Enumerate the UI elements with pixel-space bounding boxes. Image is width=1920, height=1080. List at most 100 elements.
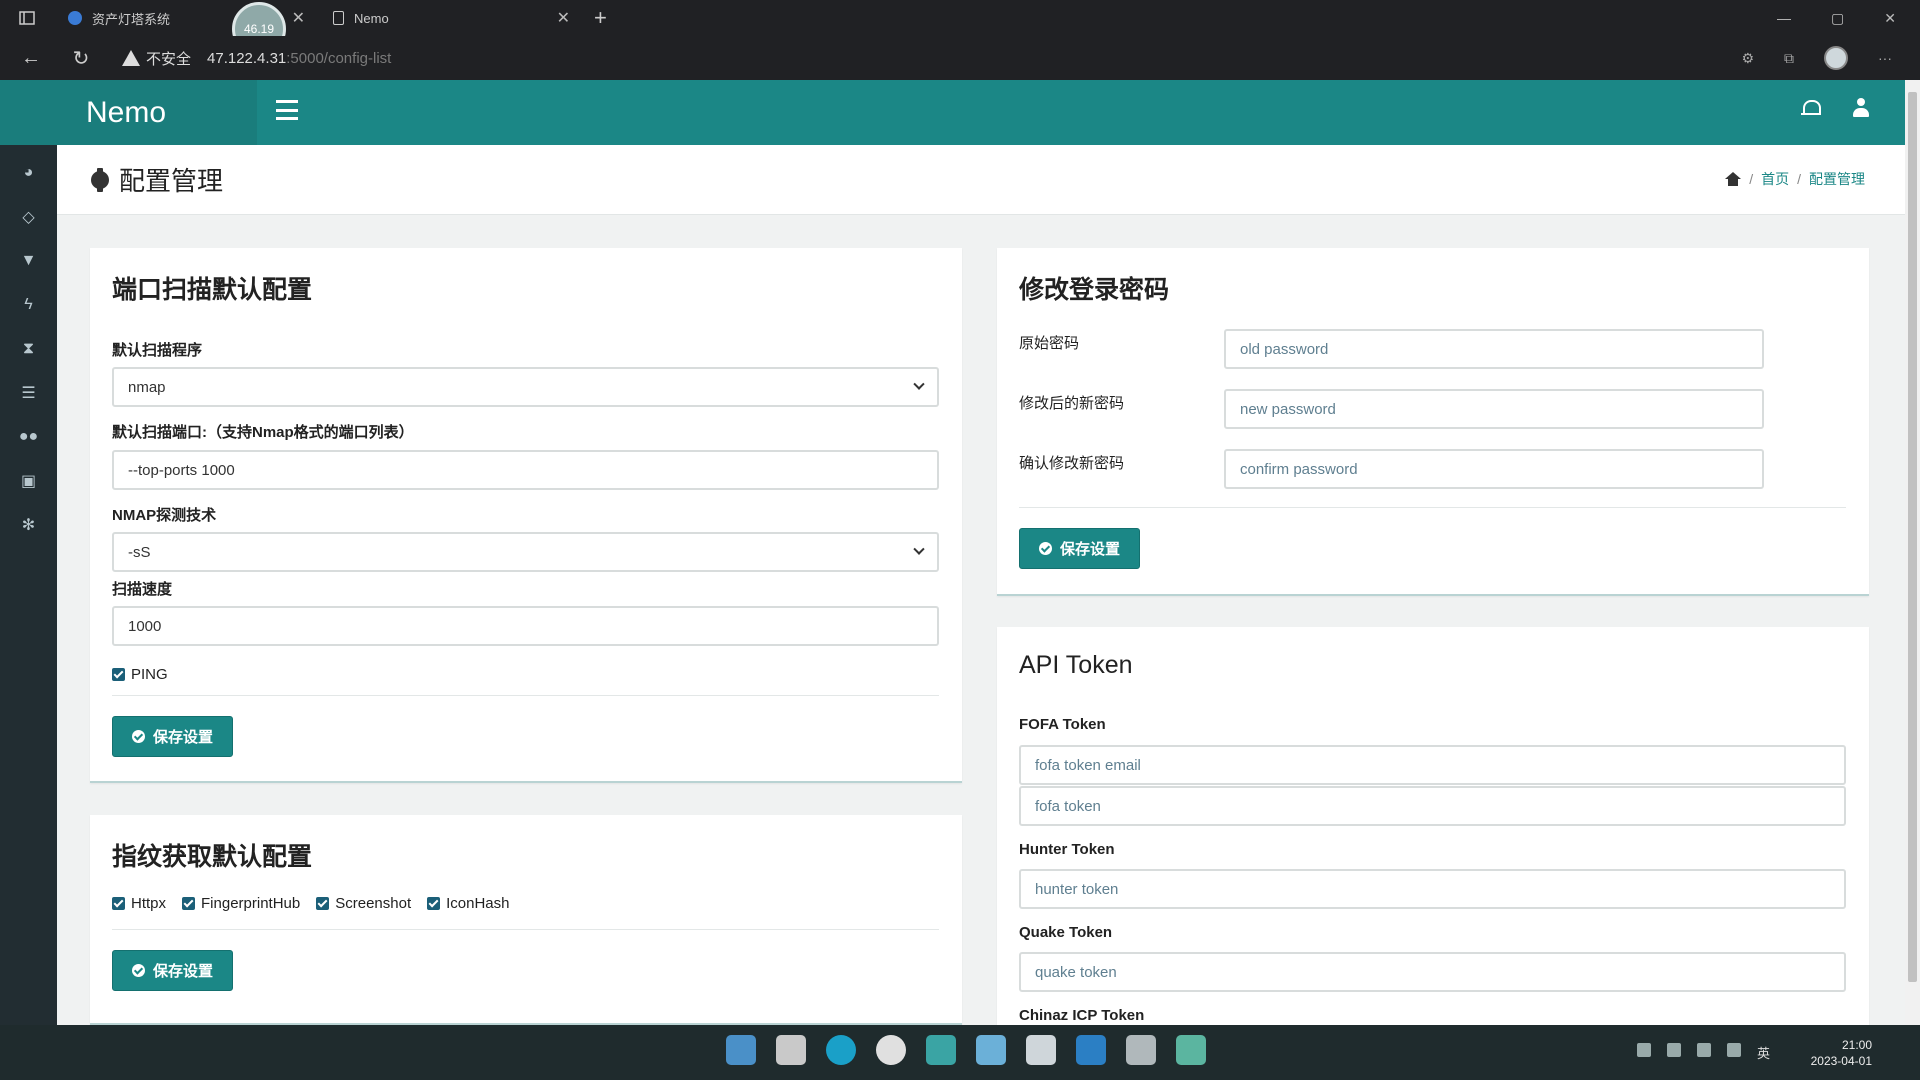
bell-icon[interactable] (1801, 98, 1821, 118)
minimize-icon[interactable]: — (1777, 10, 1791, 27)
security-indicator[interactable]: 不安全 (122, 48, 191, 69)
steam-icon[interactable] (1026, 1035, 1056, 1065)
scrollbar-thumb[interactable] (1908, 92, 1917, 982)
sidebar-item-security[interactable]: ▣ (0, 459, 57, 503)
back-icon[interactable]: ← (6, 47, 56, 70)
scan-ports-label: 默认扫描端口:（支持Nmap格式的端口列表） (112, 424, 414, 441)
save-fingerprint-button[interactable]: 保存设置 (112, 950, 233, 991)
header-actions (1801, 98, 1869, 118)
tab-nemo[interactable]: Nemo ✕ (319, 0, 584, 36)
screenshot-checkbox[interactable]: Screenshot (316, 895, 411, 912)
tray-shield-icon[interactable] (1666, 1043, 1681, 1057)
fingerprinthub-checkbox[interactable]: FingerprintHub (182, 895, 300, 912)
taskbar-clock[interactable]: 21:00 2023-04-01 (1811, 1037, 1872, 1069)
url-field[interactable]: 47.122.4.31:5000/config-list (207, 50, 391, 67)
tray-network-icon[interactable] (1696, 1043, 1711, 1057)
browser-toolbar: ⚙ ⧉ ··· (1741, 46, 1920, 70)
tray-app-icon[interactable] (1636, 1043, 1651, 1057)
brand-logo[interactable]: Nemo (0, 80, 257, 145)
scan-speed-input[interactable] (112, 606, 939, 646)
scan-ports-input[interactable] (112, 450, 939, 490)
bolt-icon: ϟ (24, 296, 33, 313)
home-icon[interactable] (1725, 172, 1742, 186)
checkbox-checked-icon (112, 668, 125, 681)
hamburger-menu-icon[interactable] (276, 100, 298, 120)
fingerprint-title: 指纹获取默认配置 (112, 843, 313, 871)
collections-icon[interactable]: ⧉ (1784, 50, 1794, 67)
iconhash-label: IconHash (446, 895, 510, 912)
sidebar-item-schedule[interactable]: ⧗ (0, 327, 57, 371)
sidebar-item-assets[interactable]: ▼ (0, 239, 57, 283)
lock-icon: ▣ (20, 473, 37, 490)
photos-icon[interactable] (976, 1035, 1006, 1065)
iconhash-checkbox[interactable]: IconHash (427, 895, 510, 912)
maximize-icon[interactable]: ▢ (1831, 10, 1844, 27)
app-icon[interactable] (926, 1035, 956, 1065)
confirm-password-input[interactable] (1224, 449, 1764, 489)
close-window-icon[interactable]: ✕ (1884, 10, 1896, 27)
api-token-title: API Token (1019, 651, 1133, 679)
user-icon[interactable] (1853, 98, 1869, 118)
breadcrumb-separator: / (1749, 171, 1754, 187)
sidebar-item-tasks[interactable]: ϟ (0, 283, 57, 327)
chinaz-token-label: Chinaz ICP Token (1019, 1007, 1145, 1024)
divider (1019, 507, 1846, 508)
gear-icon (89, 167, 111, 192)
httpx-checkbox[interactable]: Httpx (112, 895, 166, 912)
breadcrumb: / 首页 / 配置管理 (1725, 169, 1865, 189)
checkbox-checked-icon (182, 897, 196, 910)
old-password-input[interactable] (1224, 329, 1764, 369)
breadcrumb-current[interactable]: 配置管理 (1809, 169, 1865, 189)
tab-close-icon[interactable]: ✕ (292, 8, 305, 28)
sidebar-item-links[interactable]: ◇ (0, 195, 57, 239)
save-password-button[interactable]: 保存设置 (1019, 528, 1140, 569)
port-scan-panel: 端口扫描默认配置 默认扫描程序 nmap 默认扫描端口:（支持Nmap格式的端口… (90, 248, 962, 783)
nmap-tech-value: -sS (128, 543, 151, 561)
nmap-tech-select[interactable]: -sS (112, 532, 939, 572)
window-menu-icon[interactable] (0, 0, 54, 36)
reload-icon[interactable]: ↻ (56, 46, 106, 71)
sidebar-item-dashboard[interactable]: ◕ (0, 151, 57, 195)
quake-token-input[interactable] (1019, 952, 1846, 992)
divider (112, 695, 939, 696)
more-menu-icon[interactable]: ··· (1878, 50, 1892, 66)
new-tab-button[interactable]: + (594, 5, 607, 31)
fofa-token-label: FOFA Token (1019, 716, 1106, 733)
breadcrumb-home[interactable]: 首页 (1761, 169, 1789, 189)
hunter-token-input[interactable] (1019, 869, 1846, 909)
new-password-input[interactable] (1224, 389, 1764, 429)
media-icon[interactable] (1126, 1035, 1156, 1065)
edge-browser-icon[interactable] (826, 1035, 856, 1065)
check-circle-icon (1038, 542, 1052, 555)
scan-program-select[interactable]: nmap (112, 367, 939, 407)
notepad-icon[interactable] (1176, 1035, 1206, 1065)
chrome-browser-icon[interactable] (876, 1035, 906, 1065)
save-port-scan-button[interactable]: 保存设置 (112, 716, 233, 757)
hunter-token-label: Hunter Token (1019, 841, 1115, 858)
extensions-icon[interactable]: ⚙ (1741, 50, 1754, 67)
ping-checkbox[interactable]: PING (112, 666, 168, 683)
app-header: Nemo (0, 80, 1905, 145)
tray-volume-icon[interactable] (1726, 1043, 1741, 1057)
divider (112, 929, 939, 930)
vscode-icon[interactable] (1076, 1035, 1106, 1065)
tab-favicon-icon (68, 11, 82, 25)
fofa-email-input[interactable] (1019, 745, 1846, 785)
fingerprint-panel: 指纹获取默认配置 Httpx FingerprintHub Screenshot… (90, 815, 962, 1025)
url-path: :5000/config-list (286, 49, 392, 67)
start-icon[interactable] (726, 1035, 756, 1065)
scan-program-value: nmap (128, 378, 166, 396)
file-explorer-icon[interactable] (776, 1035, 806, 1065)
tab-close-icon[interactable]: ✕ (557, 8, 570, 28)
sidebar-item-settings[interactable]: ✻ (0, 503, 57, 547)
fofa-token-input[interactable] (1019, 786, 1846, 826)
page-scrollbar[interactable] (1905, 80, 1920, 1025)
tab-title: 资产灯塔系统 (92, 11, 171, 27)
sidebar-item-users[interactable]: ●● (0, 415, 57, 459)
sidebar-item-list[interactable]: ☰ (0, 371, 57, 415)
main-content: 配置管理 / 首页 / 配置管理 端口扫描默认配置 默认扫描程序 nmap 默认… (57, 145, 1905, 1025)
cogs-icon: ✻ (21, 517, 36, 534)
ime-indicator[interactable]: 英 (1757, 1043, 1770, 1062)
fingerprinthub-label: FingerprintHub (201, 895, 301, 912)
profile-avatar[interactable] (1824, 46, 1848, 70)
